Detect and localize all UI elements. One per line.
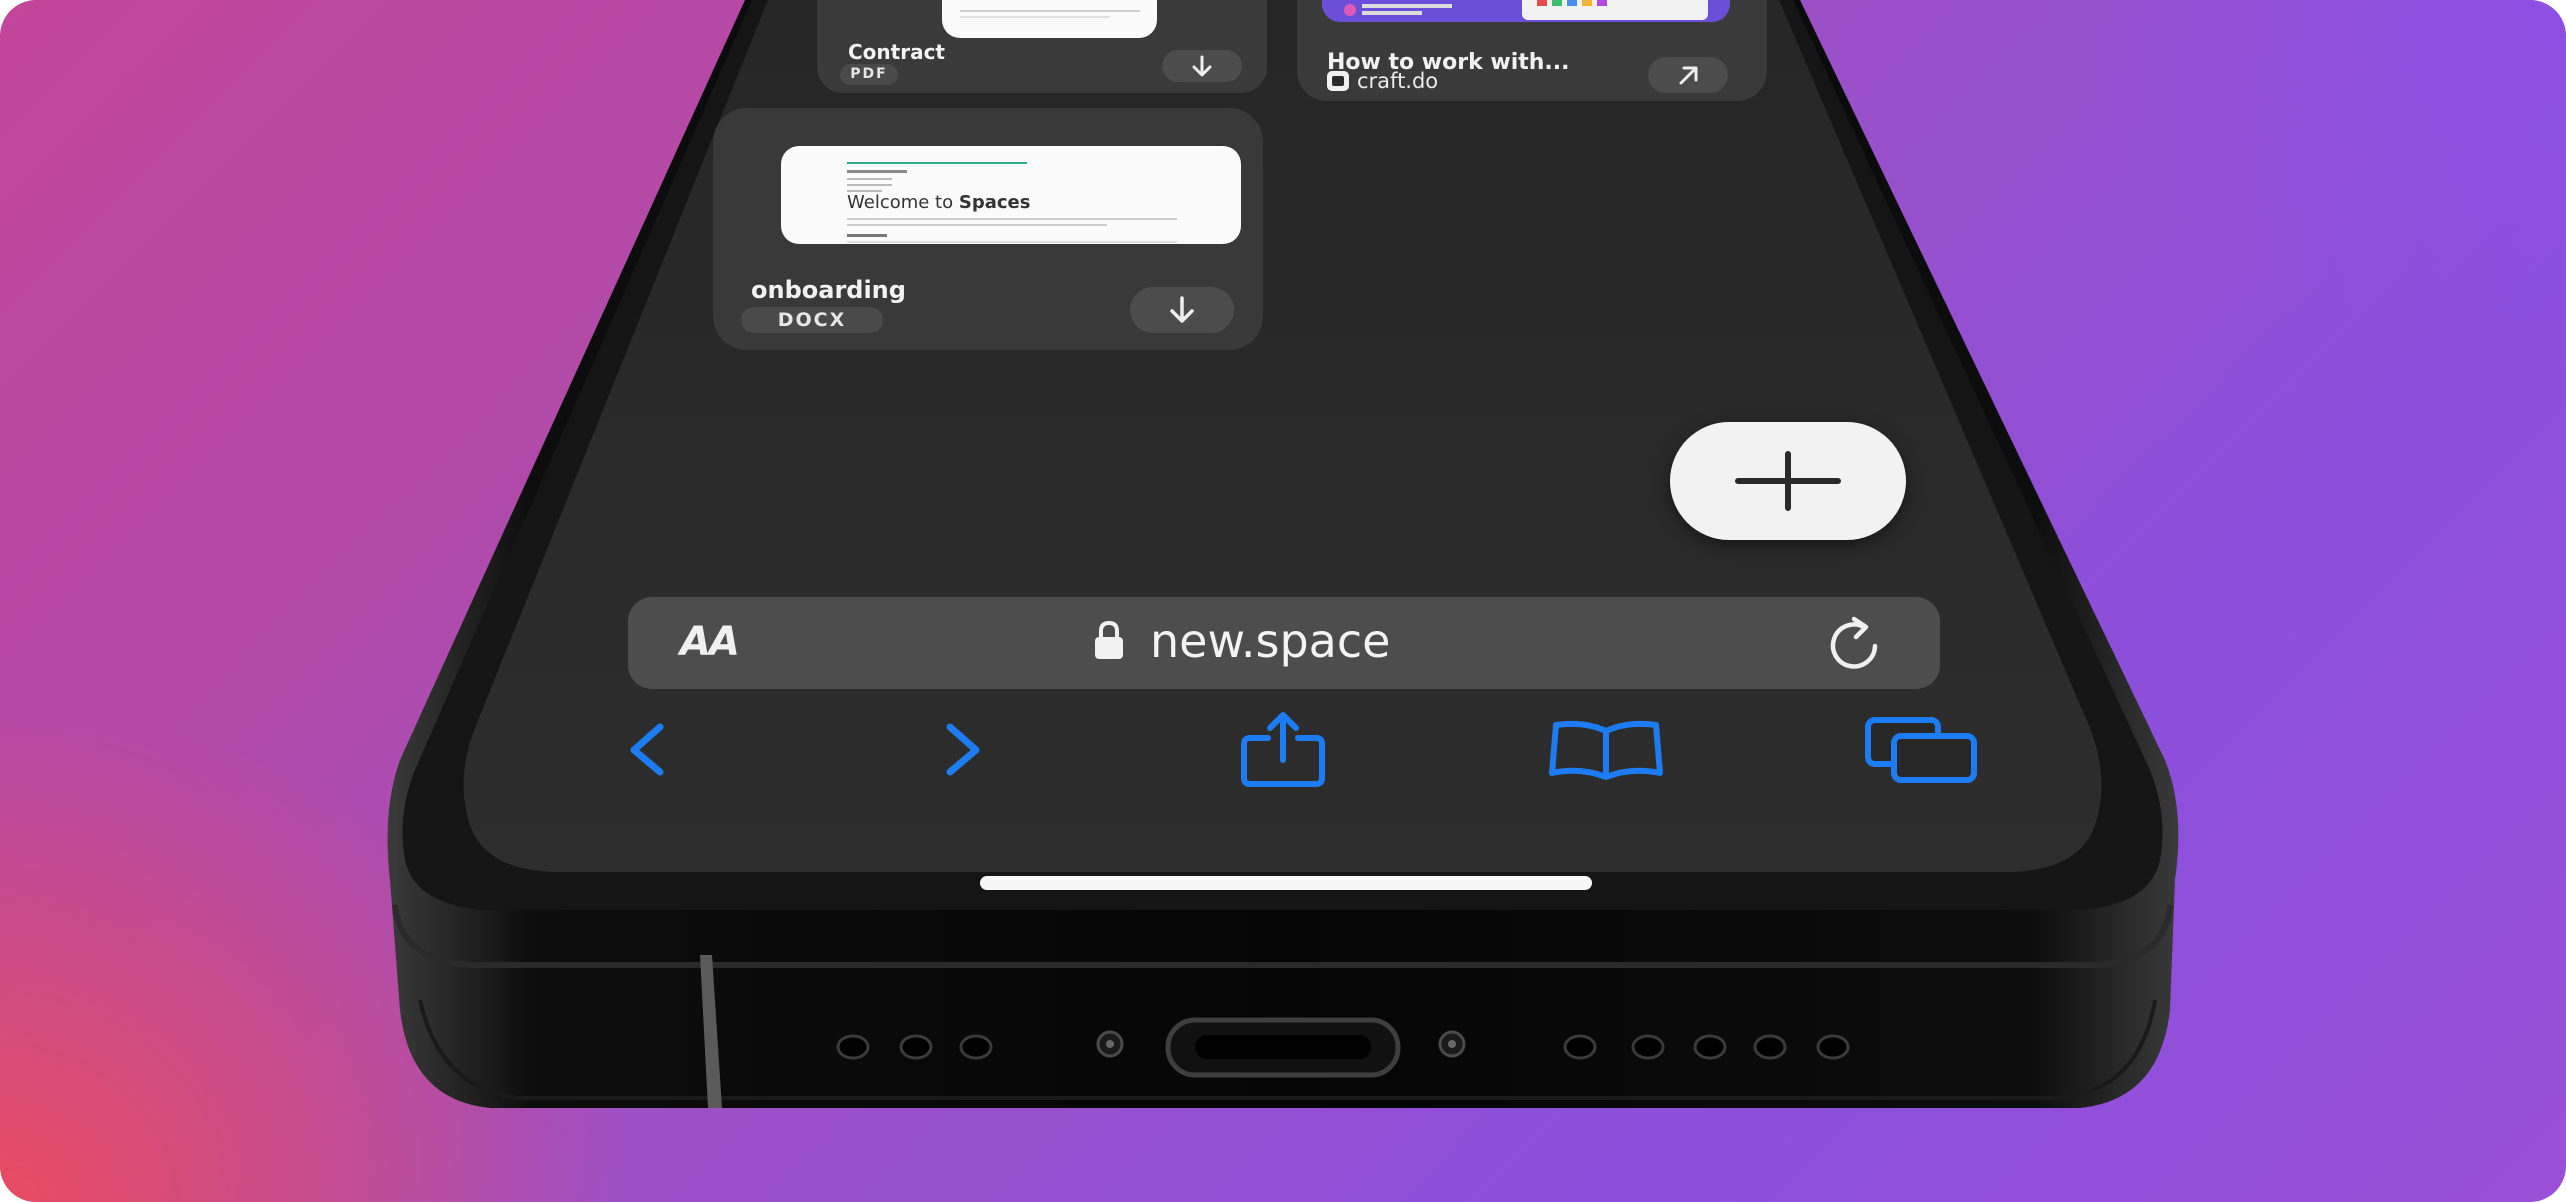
plus-icon [1735, 451, 1841, 511]
share-button[interactable] [1238, 710, 1328, 790]
home-indicator[interactable] [980, 876, 1592, 890]
reload-icon[interactable] [1818, 610, 1888, 674]
onboarding-download-button[interactable] [1130, 287, 1234, 333]
craft-open-button[interactable] [1648, 57, 1728, 93]
lock-icon [1095, 620, 1123, 659]
bookmarks-button[interactable] [1546, 715, 1666, 785]
contract-title: Contract [848, 40, 945, 64]
text-size-label: AA [680, 619, 740, 665]
contract-preview [942, 0, 1157, 38]
back-button[interactable] [612, 715, 682, 785]
arrow-up-right-icon [1679, 66, 1698, 85]
forward-button[interactable] [928, 715, 998, 785]
onboarding-type-badge: DOCX [741, 307, 883, 333]
craft-preview [1322, 0, 1730, 22]
arrow-down-icon [1192, 55, 1212, 77]
tabs-button[interactable] [1862, 712, 1982, 787]
craft-source: craft.do [1357, 69, 1439, 93]
text-size-button[interactable]: AA [676, 617, 766, 667]
onboarding-preview: Welcome to Spaces [781, 146, 1241, 244]
arrow-down-icon [1170, 296, 1194, 323]
craft-logo-icon [1327, 71, 1349, 91]
contract-download-button[interactable] [1162, 50, 1242, 82]
onboarding-preview-heading: Welcome to Spaces [847, 192, 1031, 213]
onboarding-title: onboarding [751, 276, 906, 304]
contract-type-badge: PDF [840, 64, 898, 85]
add-button[interactable] [1670, 422, 1906, 540]
url-text[interactable]: new.space [1150, 614, 1390, 668]
